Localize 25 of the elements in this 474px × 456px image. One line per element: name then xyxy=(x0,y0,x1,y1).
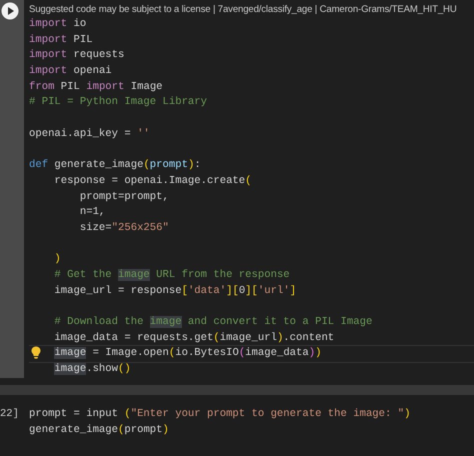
code-line: from PIL import Image xyxy=(29,80,164,95)
lightbulb-icon[interactable] xyxy=(31,346,41,360)
code-line: response = openai.Image.create( xyxy=(53,174,252,189)
code-line: image_data = requests.get(image_url).content xyxy=(53,330,336,346)
code-line: def generate_image(prompt): xyxy=(29,158,202,174)
code-line: import requests xyxy=(29,48,126,64)
code-line: openai.api_key = '' xyxy=(29,126,151,142)
code-line: size="256x256" xyxy=(78,220,170,236)
code-line: import io xyxy=(29,17,88,32)
code-line: ) xyxy=(53,252,62,268)
run-button[interactable] xyxy=(1,2,19,20)
code-line: # Download the image and convert it to a PIL Image xyxy=(53,315,374,330)
code-line: image_url = response['data'][0]['url'] xyxy=(53,284,298,299)
code-line: generate_image(prompt) xyxy=(29,422,170,438)
execution-count: 22] xyxy=(0,406,20,422)
code-line: prompt=prompt, xyxy=(78,190,170,205)
code-line: # PIL = Python Image Library xyxy=(29,95,208,110)
code-line: n=1, xyxy=(78,205,106,220)
code-line: # Get the image URL from the response xyxy=(53,268,291,283)
code-line: image = Image.open(io.BytesIO(image_data)) xyxy=(29,345,474,364)
code-line: import PIL xyxy=(29,32,94,48)
license-notice: Suggested code may be subject to a license | 7avenged/classify_age | Cameron-Grams/TEAM_HIT_HU xyxy=(29,3,458,17)
code-line: image.show() xyxy=(53,362,132,378)
code-line: prompt = input ("Enter your prompt to generate the image: ") xyxy=(29,406,412,422)
code-line: import openai xyxy=(29,64,113,80)
